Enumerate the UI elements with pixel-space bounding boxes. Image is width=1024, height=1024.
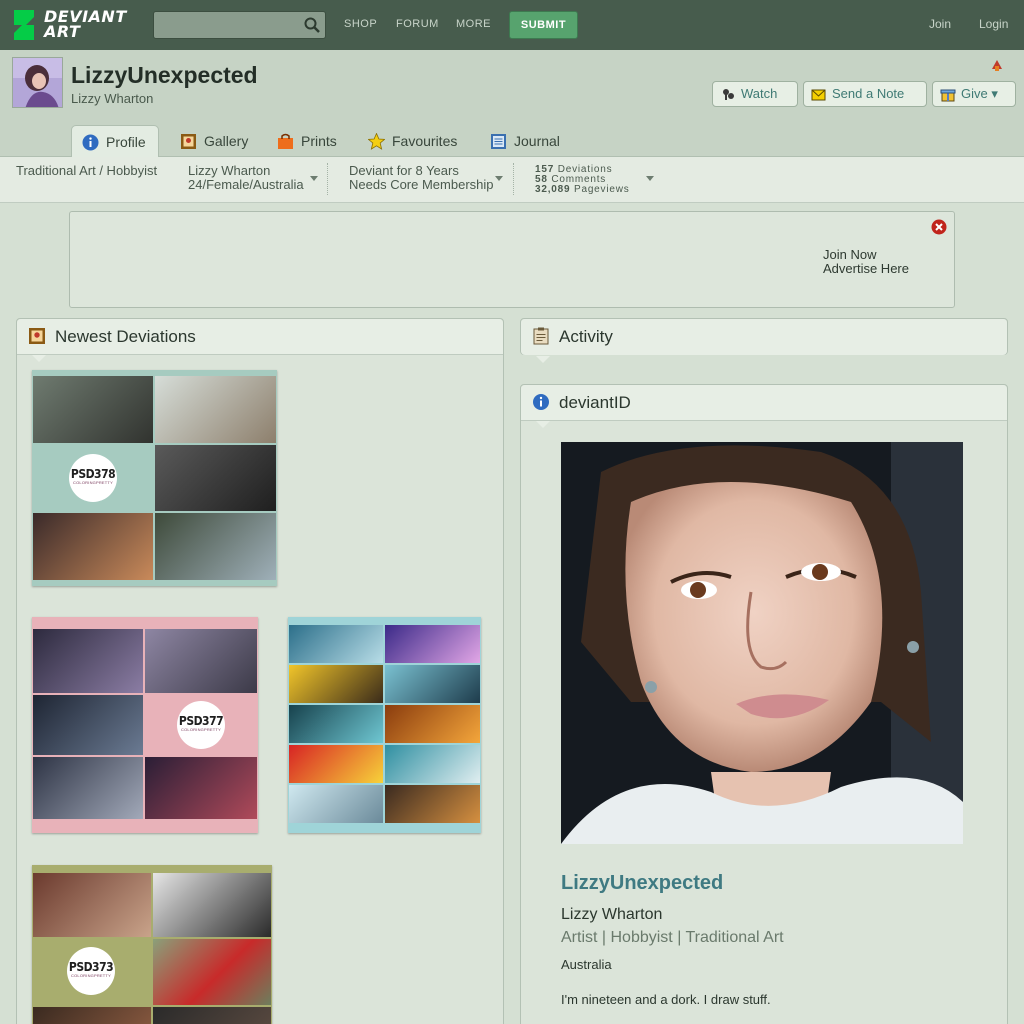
- stats-name: Lizzy Wharton: [188, 163, 271, 178]
- top-navigation-bar: DEVIANT ART SHOP FORUM MORE SUBMIT Join …: [0, 0, 1024, 50]
- profile-username[interactable]: LizzyUnexpected: [71, 62, 258, 89]
- profile-stats-strip: Traditional Art / Hobbyist Lizzy Wharton…: [0, 157, 1024, 203]
- pageviews-label: Pageviews: [573, 184, 630, 195]
- tab-favourites-label: Favourites: [392, 133, 458, 149]
- tab-journal[interactable]: Journal: [480, 125, 570, 157]
- avatar[interactable]: [12, 57, 63, 108]
- ad-join-now[interactable]: Join Now: [823, 247, 876, 262]
- logo-text-art: ART: [44, 22, 81, 41]
- nav-shop[interactable]: SHOP: [344, 18, 377, 30]
- send-note-button[interactable]: Send a Note: [803, 81, 927, 107]
- psd-badge-sub: COLORINGPRETTY: [181, 727, 221, 732]
- header-notch: [32, 355, 46, 362]
- close-icon[interactable]: [931, 219, 947, 235]
- send-note-label: Send a Note: [832, 86, 905, 101]
- chevron-down-icon[interactable]: [310, 176, 318, 181]
- search-input[interactable]: [154, 12, 294, 38]
- chevron-down-icon[interactable]: [646, 176, 654, 181]
- deviantid-location: Australia: [561, 957, 612, 972]
- journal-icon: [491, 134, 506, 149]
- activity-header: Activity: [521, 319, 1007, 355]
- membership-status: Needs Core Membership: [349, 177, 494, 192]
- header-notch: [536, 356, 550, 363]
- clipboard-icon: [533, 327, 549, 345]
- watch-label: Watch: [741, 86, 778, 101]
- psd-badge-sub: COLORINGPRETTY: [73, 480, 113, 485]
- tab-prints[interactable]: Prints: [267, 125, 349, 157]
- login-link[interactable]: Login: [979, 17, 1008, 31]
- nav-more[interactable]: MORE: [456, 18, 491, 30]
- watch-icon: [723, 89, 734, 100]
- divider: [327, 163, 328, 195]
- profile-header: LizzyUnexpected Lizzy Wharton Watch Send…: [0, 50, 1024, 158]
- note-icon: [811, 89, 826, 101]
- advertisement-box: Join Now Advertise Here: [69, 211, 955, 308]
- deviantid-bio: I'm nineteen and a dork. I draw stuff.: [561, 992, 771, 1007]
- psd-badge-title: PSD377: [178, 714, 224, 728]
- deviantart-logo-icon: [14, 10, 34, 40]
- deviation-thumbnail[interactable]: PSD377 COLORINGPRETTY: [32, 617, 258, 833]
- give-label: Give ▾: [961, 86, 998, 101]
- join-link[interactable]: Join: [929, 17, 951, 31]
- deviation-thumbnail[interactable]: [288, 617, 481, 833]
- activity-panel: Activity: [520, 318, 1008, 363]
- gallery-icon: [29, 328, 45, 344]
- user-info-dropdown[interactable]: Lizzy Wharton 24/Female/Australia: [188, 164, 304, 192]
- gift-icon: [940, 89, 956, 102]
- newest-deviations-header: Newest Deviations: [17, 319, 503, 355]
- tab-journal-label: Journal: [514, 133, 560, 149]
- divider: [513, 163, 514, 195]
- header-notch: [536, 421, 550, 428]
- search-icon[interactable]: [303, 16, 321, 34]
- deviantid-realname: Lizzy Wharton: [561, 906, 663, 923]
- deviantid-portrait[interactable]: [561, 442, 963, 844]
- membership-dropdown[interactable]: Deviant for 8 Years Needs Core Membershi…: [349, 164, 494, 192]
- ad-advertise-here[interactable]: Advertise Here: [823, 261, 909, 276]
- portrait-image: [561, 442, 963, 844]
- deviantid-username[interactable]: LizzyUnexpected: [561, 872, 723, 895]
- gallery-icon: [181, 134, 196, 149]
- psd-badge-title: PSD373: [68, 960, 114, 974]
- tab-favourites[interactable]: Favourites: [358, 125, 470, 157]
- psd-badge: PSD378 COLORINGPRETTY: [69, 454, 117, 502]
- stats-asl: 24/Female/Australia: [188, 177, 304, 192]
- activity-title: Activity: [559, 327, 613, 346]
- deviant-for: Deviant for 8 Years: [349, 163, 459, 178]
- submit-button[interactable]: SUBMIT: [509, 11, 578, 39]
- deviantid-title: deviantID: [559, 393, 631, 412]
- pageviews-count: 32,089: [535, 184, 571, 195]
- psd-badge: PSD373 COLORINGPRETTY: [67, 947, 115, 995]
- search-box: [153, 11, 326, 39]
- shopping-bag-icon: [278, 133, 293, 149]
- tab-profile[interactable]: Profile: [71, 125, 159, 158]
- psd-badge-title: PSD378: [70, 467, 116, 481]
- deviation-thumbnail[interactable]: PSD378 COLORINGPRETTY: [32, 370, 277, 586]
- tab-gallery-label: Gallery: [204, 133, 249, 149]
- newest-deviations-title: Newest Deviations: [55, 327, 196, 346]
- tab-gallery[interactable]: Gallery: [170, 125, 260, 157]
- chevron-down-icon[interactable]: [495, 176, 503, 181]
- star-icon: [368, 133, 385, 150]
- profile-realname: Lizzy Wharton: [71, 91, 154, 106]
- avatar-image: [13, 58, 62, 107]
- nav-forum[interactable]: FORUM: [396, 18, 439, 30]
- deviantart-logo[interactable]: DEVIANT ART: [12, 8, 130, 42]
- watch-button[interactable]: Watch: [712, 81, 798, 107]
- psd-badge-sub: COLORINGPRETTY: [71, 973, 111, 978]
- tab-profile-label: Profile: [106, 134, 146, 150]
- deviantid-tags: Artist | Hobbyist | Traditional Art: [561, 929, 784, 946]
- give-button[interactable]: Give ▾: [932, 81, 1016, 107]
- info-icon: [82, 134, 99, 151]
- deviation-thumbnail[interactable]: PSD373 COLORINGPRETTY: [32, 865, 272, 1024]
- deviantid-header: deviantID: [521, 385, 1007, 421]
- tab-prints-label: Prints: [301, 133, 337, 149]
- stats-counts-dropdown[interactable]: 157 Deviations 58 Comments 32,089 Pagevi…: [535, 165, 630, 195]
- category: Traditional Art / Hobbyist: [16, 163, 158, 178]
- info-icon: [533, 394, 549, 410]
- badge-icon[interactable]: [989, 57, 1005, 73]
- psd-badge: PSD377 COLORINGPRETTY: [177, 701, 225, 749]
